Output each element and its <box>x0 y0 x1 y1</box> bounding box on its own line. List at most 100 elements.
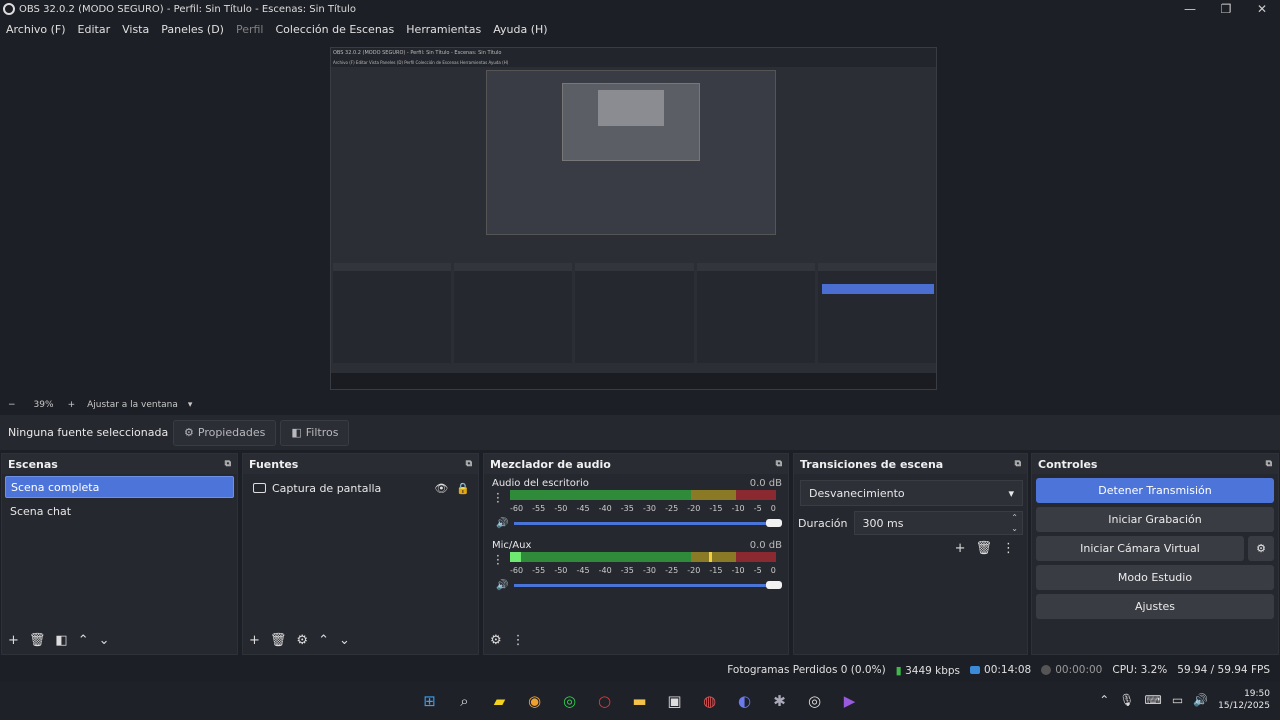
obs-logo-icon <box>3 3 15 15</box>
microphone-icon[interactable]: 🎙 <box>1119 693 1134 707</box>
app-icon[interactable]: ◍ <box>698 689 721 712</box>
signal-icon: ▮ <box>895 663 902 677</box>
sources-toolbar: + 🗑 ⚙ ⌃ ⌄ <box>243 626 478 654</box>
volume-slider[interactable]: 🔊 <box>496 580 782 591</box>
transition-value: Desvanecimiento <box>809 486 905 500</box>
video-editor-icon[interactable]: ▶ <box>838 689 861 712</box>
minimize-button[interactable]: — <box>1172 0 1208 18</box>
virtual-camera-settings-button[interactable]: ⚙ <box>1248 536 1274 561</box>
undock-icon[interactable]: ⧉ <box>225 459 231 469</box>
discord-icon[interactable]: ◐ <box>733 689 756 712</box>
channel-db: 0.0 dB <box>749 540 782 551</box>
advanced-audio-icon[interactable]: ⚙ <box>490 633 502 648</box>
maximize-button[interactable]: ❐ <box>1208 0 1244 18</box>
stream-icon <box>970 666 981 674</box>
search-icon[interactable]: ⌕ <box>453 689 476 712</box>
keyboard-icon[interactable]: ⌨ <box>1145 693 1162 707</box>
source-item[interactable]: Captura de pantalla 👁 🔒 <box>247 477 474 499</box>
arrow-up-icon[interactable]: ⌃ <box>78 633 89 648</box>
lock-icon[interactable]: 🔒 <box>456 482 470 495</box>
mixer-toolbar: ⚙ ⋮ <box>484 626 788 654</box>
close-button[interactable]: ✕ <box>1244 0 1280 18</box>
mixer-title: Mezclador de audio <box>490 457 611 471</box>
volume-icon[interactable]: 🔊 <box>1193 693 1208 707</box>
start-recording-button[interactable]: Iniciar Grabación <box>1036 507 1274 532</box>
speaker-icon[interactable]: 🔊 <box>496 518 508 529</box>
speaker-icon[interactable]: 🔊 <box>496 580 508 591</box>
settings-button[interactable]: Ajustes <box>1036 594 1274 619</box>
chrome-icon[interactable]: ◉ <box>523 689 546 712</box>
controls-dock: Controles ⧉ Detener Transmisión Iniciar … <box>1031 453 1279 655</box>
display-icon[interactable]: ▭ <box>1172 693 1183 707</box>
filters-button[interactable]: ◧ Filtros <box>280 419 350 446</box>
menu-ayuda[interactable]: Ayuda (H) <box>487 23 553 36</box>
menu-vista[interactable]: Vista <box>116 23 155 36</box>
more-options-icon[interactable]: ⋮ <box>1002 541 1015 556</box>
menu-bar: Archivo (F) Editar Vista Paneles (D) Per… <box>0 19 554 39</box>
zoom-bar: − 39% + Ajustar a la ventana ▾ <box>0 397 192 413</box>
menu-editar[interactable]: Editar <box>72 23 117 36</box>
menu-paneles[interactable]: Paneles (D) <box>155 23 230 36</box>
scene-item[interactable]: Scena chat <box>5 500 234 522</box>
add-icon[interactable]: + <box>955 541 966 556</box>
gear-icon: ⚙ <box>1256 542 1266 555</box>
eye-icon[interactable]: 👁 <box>434 482 448 495</box>
trash-icon[interactable]: 🗑 <box>975 541 992 556</box>
bitrate-status: ▮ 3449 kbps <box>895 663 961 677</box>
duration-input[interactable]: 300 ms ⌃ ⌄ <box>853 511 1023 535</box>
menu-perfil[interactable]: Perfil <box>230 23 270 36</box>
transition-select[interactable]: Desvanecimiento ▾ <box>800 480 1023 506</box>
properties-button[interactable]: ⚙ Propiedades <box>173 419 277 446</box>
arrow-down-icon[interactable]: ⌄ <box>339 633 350 648</box>
undock-icon[interactable]: ⧉ <box>776 459 782 469</box>
add-icon[interactable]: + <box>249 633 260 648</box>
menu-coleccion-escenas[interactable]: Colección de Escenas <box>270 23 401 36</box>
trash-icon[interactable]: 🗑 <box>270 633 287 648</box>
record-icon <box>1041 665 1052 675</box>
undock-icon[interactable]: ⧉ <box>466 459 472 469</box>
whatsapp-icon[interactable]: ◎ <box>558 689 581 712</box>
sticky-notes-icon[interactable]: ▰ <box>488 689 511 712</box>
start-virtual-camera-button[interactable]: Iniciar Cámara Virtual <box>1036 536 1244 561</box>
more-options-icon[interactable]: · · · <box>496 550 500 570</box>
clock[interactable]: 19:50 15/12/2025 <box>1218 688 1270 712</box>
stream-preview[interactable]: OBS 32.0.2 (MODO SEGURO) - Perfil: Sin T… <box>330 47 937 390</box>
meter-ticks: -60 -55 -50 -45 -40 -35 -30 -25 -20 -15 -10 -5 0 <box>510 566 776 575</box>
obs-taskbar-icon[interactable]: ◎ <box>803 689 826 712</box>
scenes-header: Escenas ⧉ <box>2 454 237 474</box>
filter-icon[interactable]: ◧ <box>55 633 67 648</box>
app-settings-icon[interactable]: ✱ <box>768 689 791 712</box>
zoom-in-button[interactable]: + <box>68 400 76 410</box>
file-explorer-icon[interactable]: ▬ <box>628 689 651 712</box>
more-options-icon[interactable]: · · · <box>496 488 500 508</box>
windows-start-icon[interactable]: ⊞ <box>418 689 441 712</box>
stop-streaming-button[interactable]: Detener Transmisión <box>1036 478 1274 503</box>
store-icon[interactable]: ▣ <box>663 689 686 712</box>
undock-icon[interactable]: ⧉ <box>1015 459 1021 469</box>
preview-nested-dock <box>333 263 452 363</box>
trash-icon[interactable]: 🗑 <box>29 633 46 648</box>
source-label: Captura de pantalla <box>272 481 382 495</box>
chevron-up-icon[interactable]: ⌃ <box>1099 693 1109 707</box>
zoom-dropdown-button[interactable]: ▾ <box>188 400 193 410</box>
record-time: 00:00:00 <box>1041 664 1102 676</box>
opera-icon[interactable]: ○ <box>593 689 616 712</box>
title-bar: OBS 32.0.2 (MODO SEGURO) - Perfil: Sin T… <box>0 0 1280 18</box>
gear-icon[interactable]: ⚙ <box>296 633 308 648</box>
volume-slider[interactable]: 🔊 <box>496 518 782 529</box>
menu-archivo[interactable]: Archivo (F) <box>0 23 72 36</box>
audio-mixer-dock: Mezclador de audio ⧉ Audio del escritori… <box>483 453 789 655</box>
menu-herramientas[interactable]: Herramientas <box>400 23 487 36</box>
preview-nested-taskbar <box>331 373 936 389</box>
add-icon[interactable]: + <box>8 633 19 648</box>
spinner-arrows-icon[interactable]: ⌃ ⌄ <box>1011 512 1018 534</box>
more-options-icon[interactable]: ⋮ <box>512 633 525 648</box>
scene-item[interactable]: Scena completa <box>5 476 234 498</box>
undock-icon[interactable]: ⧉ <box>1266 459 1272 469</box>
arrow-down-icon[interactable]: ⌄ <box>99 633 110 648</box>
zoom-out-button[interactable]: − <box>8 400 16 410</box>
arrow-up-icon[interactable]: ⌃ <box>318 633 329 648</box>
scenes-toolbar: + 🗑 ◧ ⌃ ⌄ <box>2 626 237 654</box>
preview-nested-capture-3 <box>598 90 664 126</box>
studio-mode-button[interactable]: Modo Estudio <box>1036 565 1274 590</box>
